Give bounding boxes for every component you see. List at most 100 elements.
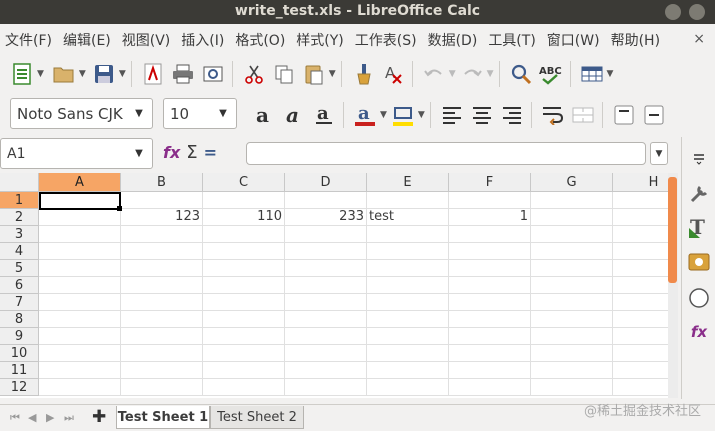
menu-format[interactable]: 格式(O) [235,30,285,50]
cell-c3[interactable] [203,226,285,243]
clear-formatting-icon[interactable]: A [379,60,407,88]
menu-styles[interactable]: 样式(Y) [296,30,343,50]
cell-d2[interactable]: 233 [285,209,367,226]
cell-b11[interactable] [121,362,203,379]
row-header-12[interactable]: 12 [0,379,39,396]
menu-sheet[interactable]: 工作表(S) [355,30,417,50]
cell-f3[interactable] [449,226,531,243]
chevron-down-icon[interactable]: ▼ [126,99,152,128]
underline-icon[interactable]: a [310,101,338,129]
chevron-down-icon[interactable]: ▼ [210,99,236,128]
cell-c12[interactable] [203,379,285,396]
chevron-down-icon[interactable]: ▼ [449,69,456,79]
formula-input[interactable] [246,142,646,165]
cell-f10[interactable] [449,345,531,362]
wrap-text-icon[interactable] [539,101,567,129]
vertical-scrollbar[interactable] [668,173,678,398]
cell-a6[interactable] [39,277,121,294]
cell-g10[interactable] [531,345,613,362]
chevron-down-icon[interactable]: ▼ [329,69,336,79]
cell-f9[interactable] [449,328,531,345]
cell-h6[interactable] [613,277,668,294]
cell-a4[interactable] [39,243,121,260]
cell-d9[interactable] [285,328,367,345]
cell-a9[interactable] [39,328,121,345]
cell-d7[interactable] [285,294,367,311]
cell-a11[interactable] [39,362,121,379]
sheet-tab-1[interactable]: Test Sheet 1 [116,406,210,429]
cell-e3[interactable] [367,226,449,243]
highlight-color-icon[interactable] [389,101,417,129]
print-icon[interactable] [169,60,197,88]
column-header-f[interactable]: F [449,173,531,192]
cell-h10[interactable] [613,345,668,362]
font-size-box[interactable]: 10 ▼ [163,98,237,129]
cell-b9[interactable] [121,328,203,345]
row-header-11[interactable]: 11 [0,362,39,379]
undo-icon[interactable] [420,60,448,88]
cell-g8[interactable] [531,311,613,328]
align-top-icon[interactable] [610,101,638,129]
next-sheet-icon[interactable]: ▶ [46,411,54,424]
column-header-a[interactable]: A [39,173,121,192]
cell-c10[interactable] [203,345,285,362]
cell-b6[interactable] [121,277,203,294]
column-header-e[interactable]: E [367,173,449,192]
cell-c2[interactable]: 110 [203,209,285,226]
font-name-box[interactable]: Noto Sans CJK ▼ [10,98,153,129]
cell-h2[interactable] [613,209,668,226]
cell-e9[interactable] [367,328,449,345]
menu-insert[interactable]: 插入(I) [181,30,224,50]
cell-b3[interactable] [121,226,203,243]
cell-f12[interactable] [449,379,531,396]
cell-c5[interactable] [203,260,285,277]
row-header-9[interactable]: 9 [0,328,39,345]
cell-e2[interactable]: test [367,209,449,226]
cell-d5[interactable] [285,260,367,277]
cell-b1[interactable] [121,192,203,209]
fill-handle[interactable] [117,206,122,211]
cell-h12[interactable] [613,379,668,396]
cell-d3[interactable] [285,226,367,243]
font-color-icon[interactable]: a [351,101,379,129]
find-replace-icon[interactable] [507,60,535,88]
menu-tools[interactable]: 工具(T) [488,30,535,50]
cell-e4[interactable] [367,243,449,260]
properties-icon[interactable] [686,181,712,207]
cell-g9[interactable] [531,328,613,345]
cell-e12[interactable] [367,379,449,396]
cell-g2[interactable] [531,209,613,226]
cell-e5[interactable] [367,260,449,277]
add-sheet-icon[interactable]: ✚ [92,407,106,427]
cell-d1[interactable] [285,192,367,209]
cell-g5[interactable] [531,260,613,277]
cell-d11[interactable] [285,362,367,379]
redo-icon[interactable] [458,60,486,88]
export-pdf-icon[interactable] [139,60,167,88]
cell-f5[interactable] [449,260,531,277]
cell-a5[interactable] [39,260,121,277]
save-icon[interactable] [90,60,118,88]
cell-h1[interactable] [613,192,668,209]
italic-icon[interactable]: a [280,101,308,129]
menu-view[interactable]: 视图(V) [122,30,171,50]
new-spreadsheet-icon[interactable] [8,60,36,88]
cell-a8[interactable] [39,311,121,328]
cell-e1[interactable] [367,192,449,209]
cell-b5[interactable] [121,260,203,277]
align-middle-icon[interactable] [640,101,668,129]
previous-sheet-icon[interactable]: ◀ [28,411,36,424]
cell-e6[interactable] [367,277,449,294]
function-wizard-icon[interactable]: fx [163,143,180,162]
chevron-down-icon[interactable]: ▼ [487,69,494,79]
cell-h11[interactable] [613,362,668,379]
row-header-4[interactable]: 4 [0,243,39,260]
cell-g1[interactable] [531,192,613,209]
row-header-8[interactable]: 8 [0,311,39,328]
row-header-7[interactable]: 7 [0,294,39,311]
select-all-corner[interactable] [0,173,39,192]
cell-a12[interactable] [39,379,121,396]
chevron-down-icon[interactable]: ▼ [607,69,614,79]
cell-d12[interactable] [285,379,367,396]
row-header-1[interactable]: 1 [0,192,39,209]
